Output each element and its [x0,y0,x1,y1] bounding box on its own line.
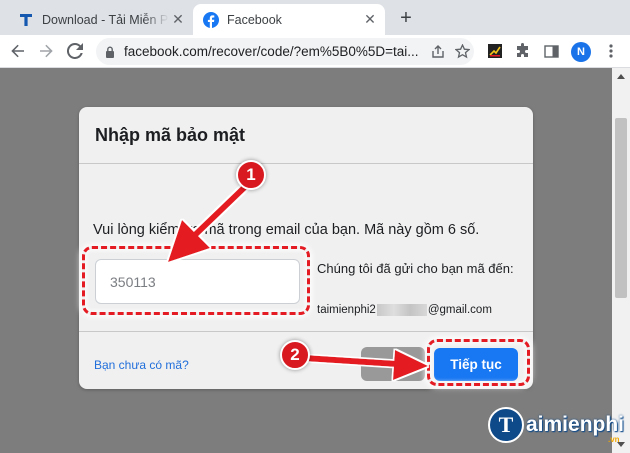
scroll-thumb[interactable] [615,118,627,298]
scroll-up-icon[interactable] [617,74,625,79]
code-sent-label: Chúng tôi đã gửi cho bạn mã đến: [317,261,514,276]
input-highlight [82,246,310,315]
watermark-suffix: .vn [608,435,620,444]
url-text: facebook.com/recover/code/?em%5B0%5D=tai… [124,44,419,59]
back-arrow-icon [11,44,24,58]
dialog-title: Nhập mã bảo mật [95,125,246,145]
reload-icon [67,43,83,59]
lock-icon [96,46,124,58]
address-bar[interactable]: facebook.com/recover/code/?em%5B0%5D=tai… [96,38,474,65]
reload-button[interactable] [62,38,88,64]
back-button[interactable] [5,38,31,64]
taimienphi-watermark: T aimienphi .vn [488,407,625,444]
close-icon[interactable]: ✕ [361,11,379,28]
extension-app-icon[interactable] [482,38,508,64]
divider [79,163,533,164]
step-2-badge: 2 [280,340,310,370]
watermark-logo: T [488,407,524,443]
email-prefix: taimienphi2 [317,304,376,316]
new-tab-button[interactable]: + [394,6,418,30]
extensions-puzzle-icon[interactable] [510,38,536,64]
share-icon[interactable] [426,44,450,59]
tab-facebook[interactable]: Facebook ✕ [193,4,385,35]
taimienphi-t-icon [18,12,34,28]
no-code-link[interactable]: Bạn chưa có mã? [94,358,189,372]
cancel-button[interactable] [361,347,425,381]
recipient-email: taimienphi2 @gmail.com [317,304,492,316]
browser-toolbar: facebook.com/recover/code/?em%5B0%5D=tai… [0,35,630,68]
email-suffix: @gmail.com [427,304,492,316]
tab-title: Download - Tải Miễn Phí VN - Phần mềm [42,12,169,27]
side-panel-icon[interactable] [538,38,564,64]
close-icon[interactable]: ✕ [169,11,187,28]
forward-arrow-icon [40,44,53,58]
button-highlight [427,339,530,386]
instruction-text: Vui lòng kiểm tra mã trong email của bạn… [93,222,480,238]
tab-title: Facebook [227,12,282,27]
facebook-icon [203,11,219,28]
divider [79,331,533,332]
tab-download-taimienphi[interactable]: Download - Tải Miễn Phí VN - Phần mềm ✕ [8,4,193,35]
bookmark-star-icon[interactable] [450,44,474,59]
forward-button[interactable] [33,38,59,64]
more-menu-icon[interactable] [598,38,624,64]
watermark-text: aimienphi [526,413,625,436]
profile-avatar[interactable]: N [571,42,591,62]
tab-strip: Download - Tải Miễn Phí VN - Phần mềm ✕ … [0,0,630,35]
email-redaction [376,304,427,316]
page-scrollbar[interactable] [612,68,630,453]
step-1-badge: 1 [236,160,266,190]
